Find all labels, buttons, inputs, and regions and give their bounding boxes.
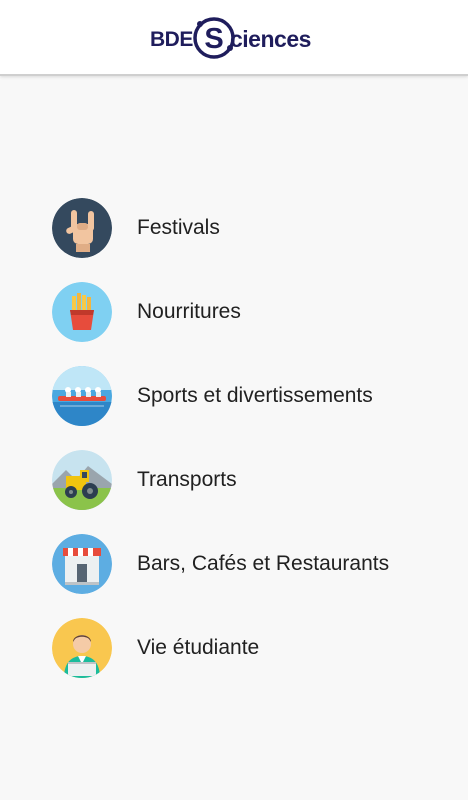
menu-item-label: Transports	[137, 468, 237, 491]
menu-item-label: Nourritures	[137, 300, 241, 323]
rowing-icon	[52, 366, 112, 426]
menu-item-label: Bars, Cafés et Restaurants	[137, 552, 390, 575]
rock-hand-icon	[52, 198, 112, 258]
menu-item-label: Vie étudiante	[137, 636, 260, 659]
menu-item-bars[interactable]: Bars, Cafés et Restaurants	[0, 522, 468, 606]
logo-letter: S	[204, 23, 223, 55]
menu-item-vie-etudiante[interactable]: Vie étudiante	[0, 606, 468, 690]
student-icon	[52, 618, 112, 678]
fries-icon	[52, 282, 112, 342]
bde-sciences-logo: BDE S ciences	[150, 14, 320, 64]
menu-item-transports[interactable]: Transports	[0, 438, 468, 522]
menu-item-nourritures[interactable]: Nourritures	[0, 270, 468, 354]
menu-item-festivals[interactable]: Festivals	[0, 186, 468, 270]
logo-suffix: ciences	[230, 26, 311, 52]
menu-item-label: Festivals	[137, 216, 220, 239]
logo-prefix: BDE	[150, 28, 193, 51]
tractor-icon	[52, 450, 112, 510]
menu-item-label: Sports et divertissements	[137, 384, 373, 407]
menu-item-sports[interactable]: Sports et divertissements	[0, 354, 468, 438]
app-header: BDE S ciences	[0, 0, 468, 76]
storefront-icon	[52, 534, 112, 594]
